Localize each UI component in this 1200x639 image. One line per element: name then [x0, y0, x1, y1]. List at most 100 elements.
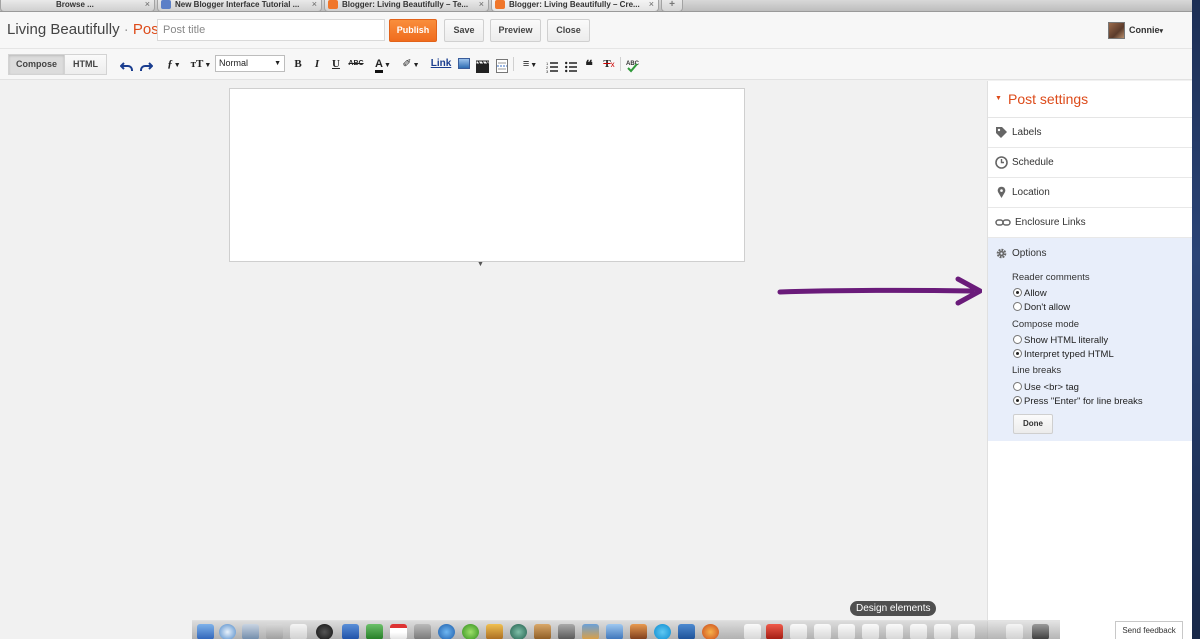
radio-label: Use <br> tag: [1024, 382, 1079, 393]
preview-button[interactable]: Preview: [490, 19, 541, 42]
close-icon[interactable]: ×: [479, 0, 484, 9]
radio-button-selected[interactable]: [1013, 288, 1022, 297]
photoshop-elements-icon[interactable]: [678, 624, 695, 639]
textedit-icon[interactable]: [290, 624, 307, 639]
close-icon[interactable]: ×: [312, 0, 317, 9]
italic-button[interactable]: I: [311, 55, 323, 73]
app-brown-icon[interactable]: [534, 624, 551, 639]
font-size-dropdown[interactable]: ᴛT▼: [189, 55, 213, 73]
document-icon[interactable]: [886, 624, 903, 639]
redo-icon[interactable]: [139, 58, 153, 76]
app-photo-icon[interactable]: [630, 624, 647, 639]
close-icon[interactable]: ×: [145, 0, 150, 9]
radio-allow-comments[interactable]: Allow: [1013, 288, 1047, 300]
time-machine-icon[interactable]: [510, 624, 527, 639]
browser-tab-blogger-te[interactable]: Blogger: Living Beautifully – Te... ×: [324, 0, 489, 11]
send-feedback-button[interactable]: Send feedback: [1115, 621, 1183, 639]
spell-check-icon[interactable]: ABC: [625, 57, 639, 75]
document-icon[interactable]: [934, 624, 951, 639]
sidebar-item-location[interactable]: Location: [988, 178, 1200, 208]
notes-icon[interactable]: [414, 624, 431, 639]
sidebar-item-labels[interactable]: Labels: [988, 118, 1200, 148]
app-gray-icon[interactable]: [558, 624, 575, 639]
app-blue-icon[interactable]: [606, 624, 623, 639]
app-red-icon[interactable]: [766, 624, 783, 639]
folder-icon[interactable]: [1006, 624, 1023, 639]
compose-mode-button[interactable]: Compose: [8, 54, 65, 75]
radio-button-selected[interactable]: [1013, 349, 1022, 358]
radio-show-html-literally[interactable]: Show HTML literally: [1013, 335, 1108, 347]
options-title[interactable]: Options: [1012, 248, 1046, 259]
close-button[interactable]: Close: [547, 19, 590, 42]
paragraph-format-select[interactable]: Normal ▼: [215, 55, 285, 72]
options-panel: Options Reader comments Allow Don't allo…: [988, 238, 1200, 441]
bulleted-list-icon[interactable]: [565, 58, 577, 76]
safari-icon[interactable]: [219, 624, 236, 639]
undo-icon[interactable]: [120, 58, 134, 76]
user-menu[interactable]: Connie▾: [1129, 25, 1163, 35]
remove-formatting-icon[interactable]: Tx: [602, 55, 616, 73]
dashboard-icon[interactable]: [316, 624, 333, 639]
quote-icon[interactable]: ❝: [583, 55, 595, 73]
document-icon[interactable]: [910, 624, 927, 639]
bold-button[interactable]: B: [292, 55, 304, 73]
browser-tab-browse[interactable]: Browse ... ×: [0, 0, 155, 11]
done-button[interactable]: Done: [1013, 414, 1053, 434]
finder-icon[interactable]: [197, 624, 214, 639]
browser-tab-blogger-cre[interactable]: Blogger: Living Beautifully – Cre... ×: [491, 0, 659, 11]
post-settings-header[interactable]: ▼ Post settings: [988, 81, 1200, 118]
underline-button[interactable]: U: [330, 55, 342, 73]
insert-image-icon[interactable]: [458, 58, 470, 69]
skype-icon[interactable]: [654, 624, 671, 639]
sidebar-item-enclosure-links[interactable]: Enclosure Links: [988, 208, 1200, 238]
alignment-dropdown[interactable]: ≡▼: [519, 55, 541, 73]
document-icon[interactable]: [958, 624, 975, 639]
calendar-icon[interactable]: [390, 624, 407, 639]
document-icon[interactable]: [862, 624, 879, 639]
radio-label: Don't allow: [1024, 302, 1071, 313]
app-people-icon[interactable]: [486, 624, 503, 639]
radio-use-br-tag[interactable]: Use <br> tag: [1013, 382, 1079, 394]
word-icon[interactable]: [342, 624, 359, 639]
numbered-list-icon[interactable]: 123: [546, 58, 558, 76]
insert-video-icon[interactable]: [476, 58, 489, 76]
highlight-color-dropdown[interactable]: ✐▼: [400, 55, 422, 73]
close-icon[interactable]: ×: [649, 0, 654, 9]
publish-button[interactable]: Publish: [389, 19, 437, 42]
avatar[interactable]: [1108, 22, 1125, 39]
preview-app-icon[interactable]: [266, 624, 283, 639]
itunes-icon[interactable]: [438, 624, 455, 639]
excel-icon[interactable]: [366, 624, 383, 639]
text-color-dropdown[interactable]: A▼: [372, 55, 394, 73]
new-tab-button[interactable]: +: [661, 0, 683, 11]
post-body-editor[interactable]: [229, 88, 745, 262]
document-icon[interactable]: [790, 624, 807, 639]
post-title-input[interactable]: [157, 19, 385, 41]
link-button[interactable]: Link: [430, 55, 452, 73]
radio-dont-allow-comments[interactable]: Don't allow: [1013, 302, 1070, 314]
save-button[interactable]: Save: [444, 19, 484, 42]
photo-app-icon[interactable]: [582, 624, 599, 639]
radio-button[interactable]: [1013, 302, 1022, 311]
browser-tab-tutorial[interactable]: New Blogger Interface Tutorial ... ×: [157, 0, 322, 11]
document-icon[interactable]: [744, 624, 761, 639]
font-family-dropdown[interactable]: ƒ▼: [163, 55, 185, 73]
resize-handle-icon[interactable]: ▼: [477, 261, 484, 268]
firefox-icon[interactable]: [702, 624, 719, 639]
html-mode-button[interactable]: HTML: [64, 54, 107, 75]
strikethrough-button[interactable]: ABC: [348, 55, 364, 73]
radio-press-enter[interactable]: Press "Enter" for line breaks: [1013, 396, 1143, 408]
mail-icon[interactable]: [242, 624, 259, 639]
blog-name: Living Beautifully: [7, 21, 120, 38]
trash-icon[interactable]: [1032, 624, 1049, 639]
sidebar-item-schedule[interactable]: Schedule: [988, 148, 1200, 178]
jump-break-icon[interactable]: [496, 57, 508, 75]
radio-button[interactable]: [1013, 382, 1022, 391]
format-value: Normal: [219, 58, 249, 68]
radio-button-selected[interactable]: [1013, 396, 1022, 405]
document-icon[interactable]: [814, 624, 831, 639]
radio-interpret-typed-html[interactable]: Interpret typed HTML: [1013, 349, 1114, 361]
document-icon[interactable]: [838, 624, 855, 639]
radio-button[interactable]: [1013, 335, 1022, 344]
app-green-icon[interactable]: [462, 624, 479, 639]
